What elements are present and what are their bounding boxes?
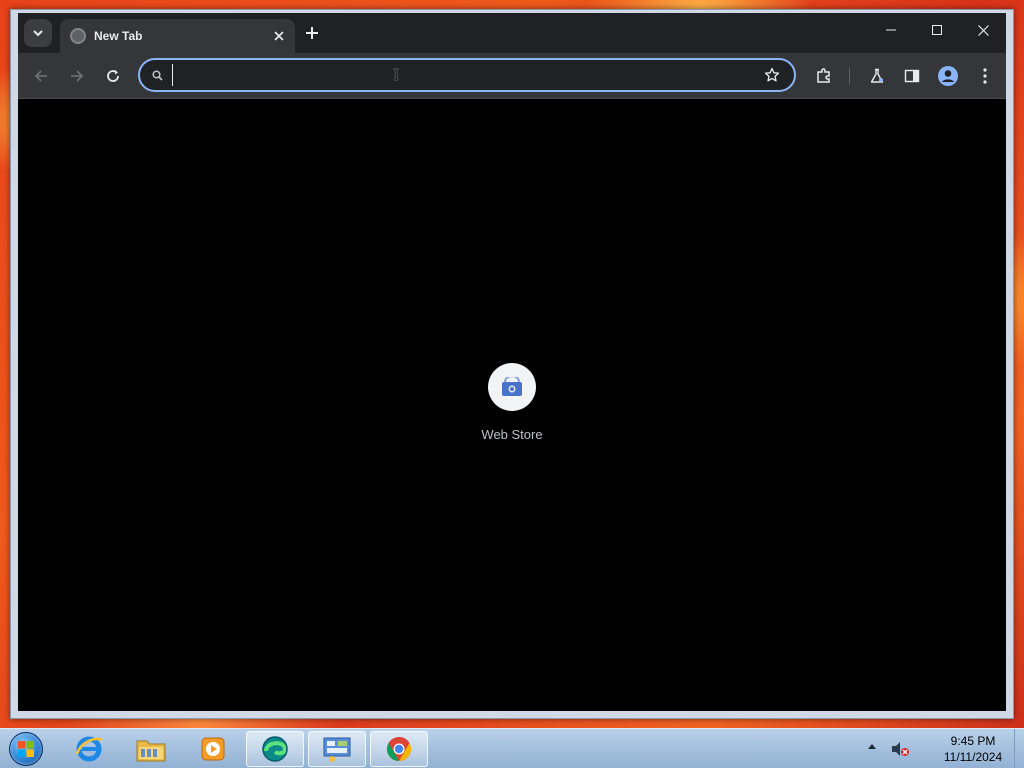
chevron-up-icon	[868, 744, 876, 749]
arrow-right-icon	[71, 70, 84, 82]
minimize-button[interactable]	[868, 13, 914, 47]
speaker-muted-icon	[892, 742, 909, 756]
taskbar-edge[interactable]	[246, 731, 304, 767]
new-tab-page: Web Store	[18, 99, 1006, 711]
windows-logo-icon	[9, 732, 43, 766]
clock-time: 9:45 PM	[950, 734, 996, 748]
plus-icon	[306, 27, 318, 39]
maximize-button[interactable]	[914, 13, 960, 47]
taskbar-control-panel[interactable]	[308, 731, 366, 767]
browser-window: New Tab Web Store	[10, 9, 1014, 719]
media-player-icon	[201, 737, 225, 761]
puzzle-icon	[817, 68, 830, 83]
window-controls	[868, 13, 1006, 53]
extensions-button[interactable]	[810, 62, 838, 90]
web-store-icon	[488, 363, 536, 411]
tab-title: New Tab	[94, 29, 143, 43]
minimize-icon	[886, 29, 896, 31]
globe-icon	[70, 28, 86, 44]
side-panel-icon	[904, 69, 920, 83]
show-desktop-button[interactable]	[1014, 729, 1024, 768]
bookmark-star-button[interactable]	[762, 65, 782, 85]
shortcut-label: Web Store	[481, 427, 543, 442]
close-icon	[274, 31, 284, 41]
address-input[interactable]	[172, 64, 732, 86]
search-icon	[148, 66, 166, 84]
folder-icon	[136, 740, 166, 762]
side-panel-button[interactable]	[898, 62, 926, 90]
flask-icon	[870, 68, 884, 83]
chevron-down-icon	[33, 30, 43, 37]
start-button[interactable]	[6, 731, 46, 767]
system-clock[interactable]: 9:45 PM 11/11/2024	[930, 733, 1016, 765]
shortcut-web-store[interactable]: Web Store	[472, 363, 552, 442]
back-button[interactable]	[27, 62, 55, 90]
toolbar-divider	[849, 68, 850, 84]
maximize-icon	[932, 25, 942, 35]
chrome-frame: New Tab Web Store	[18, 13, 1006, 711]
reload-button[interactable]	[99, 62, 127, 90]
close-icon	[977, 24, 989, 36]
avatar-icon	[938, 66, 958, 86]
taskbar-chrome[interactable]	[370, 731, 428, 767]
tab-close-button[interactable]	[269, 26, 289, 46]
mouse-ibeam-cursor: I	[393, 65, 400, 84]
control-panel-icon	[323, 737, 351, 762]
edge-icon	[262, 736, 288, 762]
address-bar[interactable]	[138, 58, 796, 92]
star-icon	[764, 67, 780, 82]
taskbar: 9:45 PM 11/11/2024	[0, 728, 1024, 768]
tray-overflow-button[interactable]	[868, 741, 876, 752]
labs-button[interactable]	[863, 62, 891, 90]
chrome-icon	[386, 737, 412, 761]
taskbar-internet-explorer[interactable]	[60, 731, 118, 767]
internet-explorer-icon	[75, 736, 103, 762]
more-vertical-icon	[983, 68, 987, 84]
profile-button[interactable]	[934, 62, 962, 90]
forward-button[interactable]	[63, 62, 91, 90]
tab-strip: New Tab	[18, 13, 1006, 53]
close-window-button[interactable]	[960, 13, 1006, 47]
new-tab-button[interactable]	[300, 21, 324, 45]
browser-toolbar	[18, 53, 1006, 99]
taskbar-file-explorer[interactable]	[122, 731, 180, 767]
clock-date: 11/11/2024	[943, 750, 1003, 764]
reload-icon	[107, 70, 119, 82]
taskbar-media-player[interactable]	[184, 731, 242, 767]
tab-search-button[interactable]	[24, 19, 52, 47]
volume-muted-button[interactable]	[890, 740, 910, 758]
menu-button[interactable]	[971, 62, 999, 90]
arrow-left-icon	[34, 70, 47, 82]
tab-new-tab[interactable]: New Tab	[60, 19, 295, 53]
